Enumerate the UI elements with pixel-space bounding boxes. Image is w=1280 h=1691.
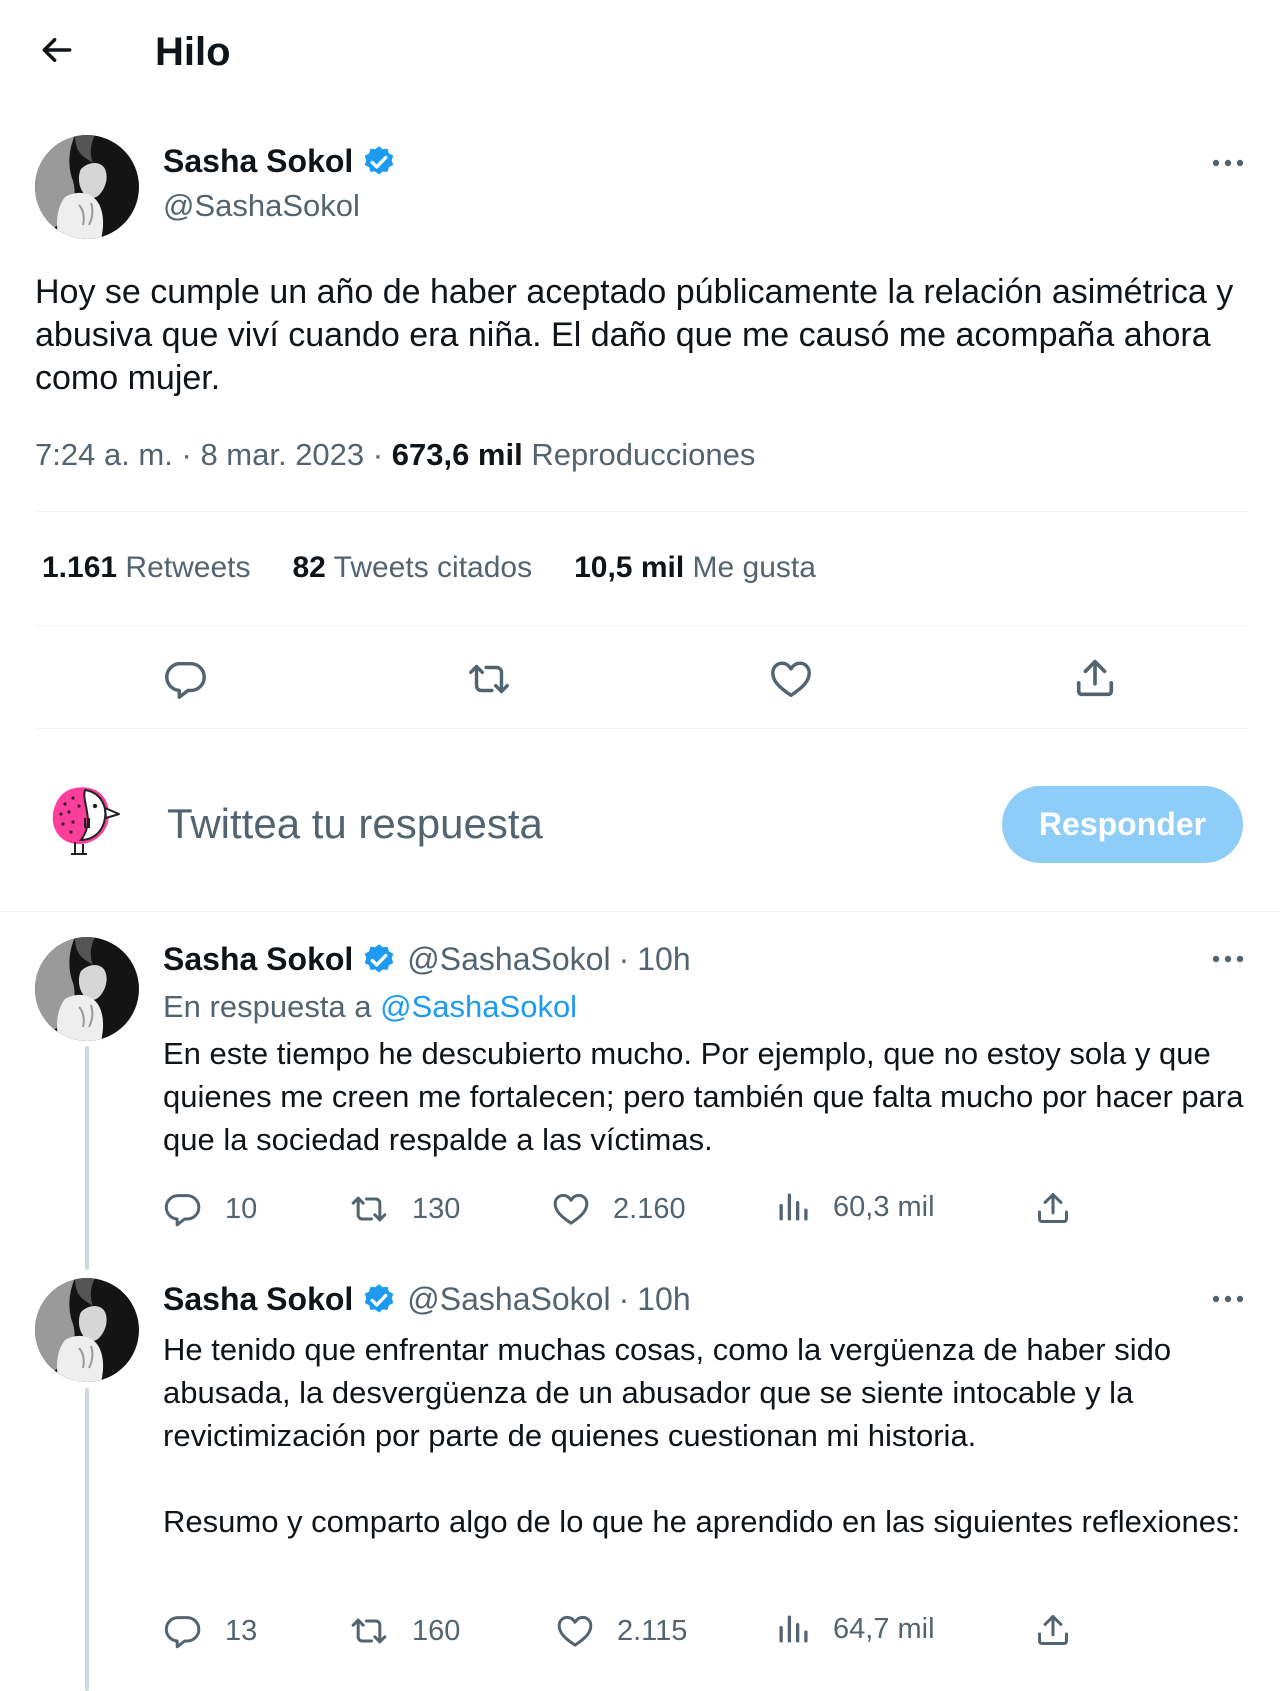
share-icon bbox=[1034, 1611, 1072, 1649]
reply-action[interactable]: 13 bbox=[163, 1611, 257, 1651]
like-button[interactable] bbox=[768, 656, 814, 702]
back-button[interactable] bbox=[38, 31, 76, 69]
views-icon bbox=[775, 1189, 811, 1225]
views-action[interactable]: 60,3 mil bbox=[775, 1189, 935, 1225]
tweet-time[interactable]: 7:24 a. m. bbox=[35, 437, 173, 472]
avatar[interactable] bbox=[35, 1278, 139, 1382]
separator: · bbox=[618, 941, 630, 977]
likes-label: Me gusta bbox=[692, 551, 816, 584]
retweet-count: 160 bbox=[412, 1614, 461, 1647]
thread-line bbox=[85, 1046, 89, 1270]
author-name[interactable]: Sasha Sokol bbox=[163, 143, 353, 180]
like-icon bbox=[555, 1611, 595, 1651]
author-name[interactable]: Sasha Sokol bbox=[163, 941, 353, 978]
views-icon bbox=[775, 1611, 811, 1647]
quotes-label: Tweets citados bbox=[333, 551, 533, 584]
author-name-row: Sasha Sokol bbox=[163, 143, 397, 180]
author-name[interactable]: Sasha Sokol bbox=[163, 1281, 353, 1318]
retweet-action[interactable]: 160 bbox=[348, 1611, 460, 1651]
tweet-text: Hoy se cumple un año de haber aceptado p… bbox=[35, 273, 1234, 397]
retweet-icon bbox=[464, 656, 514, 702]
reply-icon bbox=[163, 656, 209, 702]
thread-line bbox=[85, 1388, 89, 1691]
views-action[interactable]: 64,7 mil bbox=[775, 1611, 935, 1647]
reply-count: 10 bbox=[225, 1192, 258, 1225]
author-handle[interactable]: @SashaSokol bbox=[163, 188, 360, 224]
more-icon bbox=[1212, 159, 1244, 167]
reply-to-handle[interactable]: @SashaSokol bbox=[380, 989, 577, 1024]
retweets-label: Retweets bbox=[125, 551, 251, 584]
quotes-stat[interactable]: 82 Tweets citados bbox=[292, 551, 532, 585]
verified-badge-icon bbox=[361, 942, 397, 978]
divider bbox=[35, 625, 1248, 626]
divider bbox=[35, 728, 1248, 729]
user-avatar[interactable] bbox=[45, 778, 125, 858]
like-icon bbox=[768, 656, 814, 702]
quotes-count: 82 bbox=[292, 551, 326, 584]
retweet-icon bbox=[348, 1611, 390, 1651]
share-icon bbox=[1034, 1189, 1072, 1227]
page-title: Hilo bbox=[155, 30, 231, 74]
share-button[interactable] bbox=[1034, 1189, 1072, 1227]
share-icon bbox=[1072, 655, 1118, 701]
reply-icon bbox=[163, 1189, 203, 1229]
separator: · bbox=[618, 1281, 630, 1317]
separator: · bbox=[181, 437, 192, 472]
retweets-count: 1.161 bbox=[42, 551, 118, 584]
like-action[interactable]: 2.160 bbox=[551, 1189, 686, 1229]
separator: · bbox=[372, 437, 384, 472]
tweet-text: He tenido que enfrentar muchas cosas, co… bbox=[163, 1328, 1248, 1543]
tweet-paragraph: He tenido que enfrentar muchas cosas, co… bbox=[163, 1332, 1172, 1453]
views-label: Reproducciones bbox=[531, 437, 756, 472]
like-count: 2.115 bbox=[617, 1614, 688, 1647]
reply-submit-button[interactable]: Responder bbox=[1002, 786, 1243, 863]
reply-icon bbox=[163, 1611, 203, 1651]
more-button[interactable] bbox=[1208, 148, 1248, 178]
share-button[interactable] bbox=[1034, 1611, 1072, 1649]
reply-context: En respuesta a @SashaSokol bbox=[163, 989, 577, 1025]
reply-button[interactable] bbox=[163, 656, 209, 702]
more-button[interactable] bbox=[1208, 1284, 1248, 1314]
divider bbox=[0, 911, 1280, 912]
like-action[interactable]: 2.115 bbox=[555, 1611, 687, 1651]
avatar[interactable] bbox=[35, 937, 139, 1041]
tweet-time[interactable]: 10h bbox=[637, 941, 690, 978]
share-button[interactable] bbox=[1072, 655, 1118, 701]
reply-input[interactable]: Twittea tu respuesta bbox=[167, 800, 867, 848]
author-handle[interactable]: @SashaSokol bbox=[407, 1281, 610, 1318]
tweet-date[interactable]: 8 mar. 2023 bbox=[200, 437, 364, 472]
tweet-text: En este tiempo he descubierto mucho. Por… bbox=[163, 1036, 1244, 1157]
views-count: 673,6 mil bbox=[391, 437, 523, 472]
more-button[interactable] bbox=[1208, 944, 1248, 974]
retweets-stat[interactable]: 1.161 Retweets bbox=[42, 551, 250, 585]
retweet-button[interactable] bbox=[464, 656, 514, 702]
retweet-count: 130 bbox=[412, 1192, 461, 1225]
back-arrow-icon bbox=[42, 37, 72, 63]
verified-badge-icon bbox=[361, 144, 397, 180]
reply-submit-label: Responder bbox=[1038, 806, 1207, 842]
reply-header: Sasha Sokol @SashaSokol · 10h bbox=[163, 941, 691, 978]
reply-header: Sasha Sokol @SashaSokol · 10h bbox=[163, 1281, 691, 1318]
reply-to-prefix: En respuesta a bbox=[163, 989, 372, 1024]
tweet-time[interactable]: 10h bbox=[637, 1281, 690, 1318]
tweet-paragraph: Resumo y comparto algo de lo que he apre… bbox=[163, 1504, 1241, 1539]
tweet-stats: 1.161 Retweets 82 Tweets citados 10,5 mi… bbox=[42, 551, 816, 585]
tweet-meta: 7:24 a. m. · 8 mar. 2023 · 673,6 mil Rep… bbox=[35, 437, 755, 473]
likes-count: 10,5 mil bbox=[574, 551, 685, 584]
verified-badge-icon bbox=[361, 1282, 397, 1318]
retweet-action[interactable]: 130 bbox=[348, 1189, 460, 1229]
more-icon bbox=[1212, 1295, 1244, 1303]
reply-count: 13 bbox=[225, 1614, 258, 1647]
like-icon bbox=[551, 1189, 591, 1229]
reply-action[interactable]: 10 bbox=[163, 1189, 257, 1229]
divider bbox=[35, 511, 1248, 512]
views-count: 64,7 mil bbox=[833, 1612, 935, 1645]
author-handle[interactable]: @SashaSokol bbox=[407, 941, 610, 978]
like-count: 2.160 bbox=[613, 1192, 686, 1225]
retweet-icon bbox=[348, 1189, 390, 1229]
more-icon bbox=[1212, 955, 1244, 963]
views-count: 60,3 mil bbox=[833, 1190, 935, 1223]
avatar[interactable] bbox=[35, 135, 139, 239]
likes-stat[interactable]: 10,5 mil Me gusta bbox=[574, 551, 816, 585]
